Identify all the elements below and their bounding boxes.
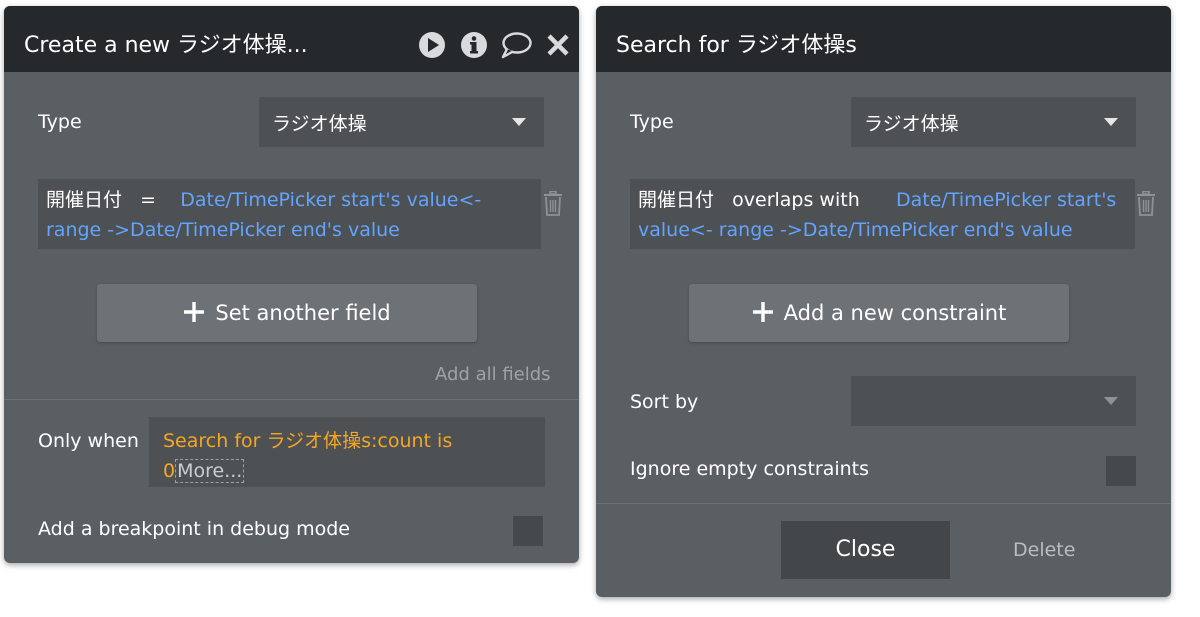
panel-title: Search for ラジオ体操s [616, 33, 857, 58]
field-constraint[interactable]: 開催日付 = Date/TimePicker start's value<- r… [38, 179, 541, 249]
comment-icon[interactable] [500, 31, 532, 59]
panel-header: Search for ラジオ体操s [596, 6, 1171, 72]
delete-button[interactable]: Delete [1013, 539, 1075, 561]
caret-down-icon [1104, 118, 1118, 126]
trash-icon[interactable] [542, 191, 564, 217]
panel-header: Create a new ラジオ体操... [4, 6, 579, 72]
set-another-field-label: Set another field [215, 301, 391, 325]
only-when-label: Only when [38, 430, 139, 452]
caret-down-icon [1104, 397, 1118, 405]
add-all-fields-link[interactable]: Add all fields [435, 364, 551, 385]
constraint-operator: = [140, 189, 157, 211]
close-button[interactable]: Close [781, 521, 950, 579]
create-thing-panel: Create a new ラジオ体操... Type ラジオ体操 開催日付 = … [4, 6, 579, 563]
add-constraint-button[interactable]: Add a new constraint [689, 284, 1069, 342]
plus-icon [752, 302, 773, 322]
breakpoint-label: Add a breakpoint in debug mode [38, 518, 350, 540]
section-divider [4, 399, 579, 400]
sort-by-label: Sort by [630, 391, 699, 413]
breakpoint-checkbox[interactable] [513, 516, 543, 546]
search-panel: Search for ラジオ体操s Type ラジオ体操 開催日付 overla… [596, 6, 1171, 597]
only-when-condition[interactable]: Search for ラジオ体操s:count is 0 More... [149, 417, 545, 487]
sort-by-dropdown[interactable] [851, 376, 1136, 426]
plus-icon [184, 302, 205, 322]
ignore-empty-label: Ignore empty constraints [630, 458, 870, 480]
panel-title: Create a new ラジオ体操... [24, 33, 308, 58]
constraint-operator: overlaps with [732, 189, 860, 211]
more-button[interactable]: More... [175, 459, 245, 483]
trash-icon[interactable] [1135, 191, 1157, 217]
type-dropdown-value: ラジオ体操 [864, 113, 959, 135]
set-another-field-button[interactable]: Set another field [97, 284, 477, 342]
constraint-field: 開催日付 [638, 189, 715, 211]
footer-divider [596, 503, 1171, 504]
close-icon[interactable] [546, 31, 570, 59]
info-icon[interactable] [460, 31, 488, 59]
type-label: Type [630, 111, 674, 133]
type-dropdown[interactable]: ラジオ体操 [851, 97, 1136, 147]
type-dropdown[interactable]: ラジオ体操 [259, 97, 544, 147]
add-constraint-label: Add a new constraint [783, 301, 1007, 325]
type-label: Type [38, 111, 82, 133]
ignore-empty-checkbox[interactable] [1106, 456, 1136, 486]
play-icon[interactable] [418, 31, 446, 59]
constraint-field: 開催日付 [46, 189, 123, 211]
type-dropdown-value: ラジオ体操 [272, 113, 367, 135]
search-constraint[interactable]: 開催日付 overlaps with Date/TimePicker start… [630, 179, 1135, 249]
caret-down-icon [512, 118, 526, 126]
